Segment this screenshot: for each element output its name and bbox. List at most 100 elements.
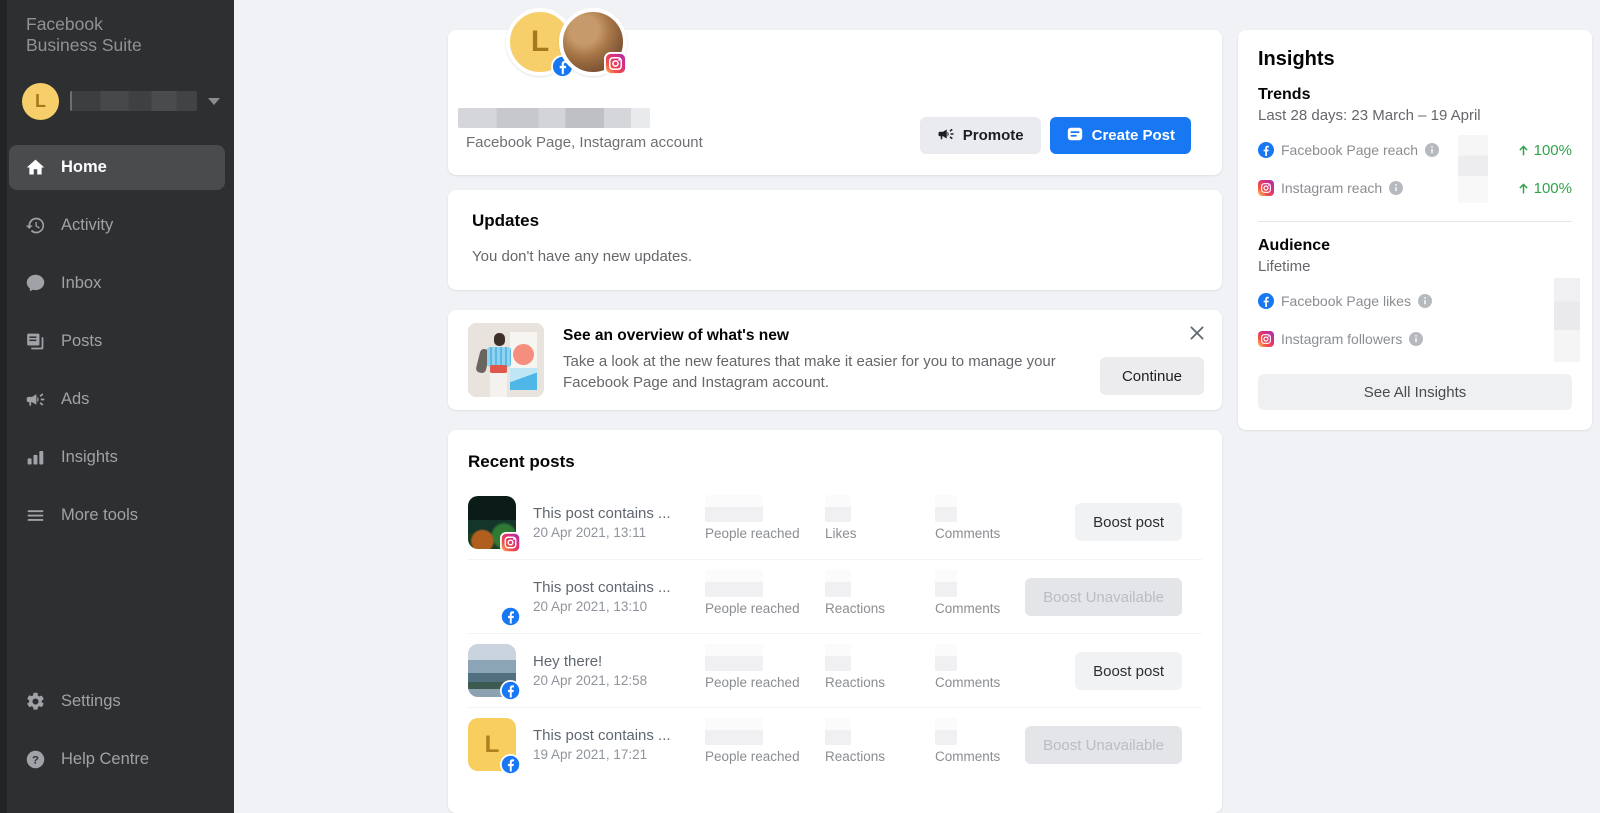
page-header-card: L Facebook Page, Instagram account bbox=[448, 30, 1222, 175]
center-column: L Facebook Page, Instagram account bbox=[448, 0, 1222, 813]
page-name-redacted bbox=[458, 108, 650, 128]
trend-change: 100% bbox=[1517, 180, 1572, 197]
svg-text:?: ? bbox=[32, 755, 39, 767]
post-row: Hey there! 20 Apr 2021, 12:58 People rea… bbox=[468, 633, 1202, 707]
post-stat: People reached bbox=[705, 495, 800, 541]
gear-icon bbox=[24, 691, 46, 713]
post-thumbnail: L bbox=[468, 718, 516, 771]
recent-posts-title: Recent posts bbox=[468, 452, 1202, 472]
main-content: L Facebook Page, Instagram account bbox=[234, 0, 1600, 813]
megaphone-icon bbox=[937, 125, 955, 147]
sidebar-item-ads[interactable]: Ads bbox=[9, 377, 225, 422]
promote-button[interactable]: Promote bbox=[920, 117, 1041, 154]
close-icon[interactable] bbox=[1188, 324, 1206, 342]
sidebar-item-label: Activity bbox=[61, 216, 113, 235]
page-avatars: L bbox=[506, 8, 627, 76]
post-stat: Comments bbox=[935, 718, 1000, 764]
post-stat: People reached bbox=[705, 644, 800, 690]
post-info: This post contains ... 20 Apr 2021, 13:1… bbox=[533, 579, 691, 614]
info-icon[interactable] bbox=[1389, 181, 1403, 195]
redacted-value bbox=[825, 495, 851, 522]
boost-post-button[interactable]: Boost post bbox=[1075, 503, 1182, 541]
post-stat: People reached bbox=[705, 718, 800, 764]
sidebar-item-label: Insights bbox=[61, 448, 118, 467]
compose-icon bbox=[1066, 125, 1084, 147]
instagram-badge-icon bbox=[604, 52, 627, 75]
sidebar-item-help-centre[interactable]: ? Help Centre bbox=[9, 737, 225, 782]
post-thumbnail bbox=[468, 644, 516, 697]
sidebar: Facebook Business Suite L Home Activity bbox=[0, 0, 234, 813]
metric-label: Instagram reach bbox=[1281, 180, 1382, 196]
redacted-value bbox=[935, 570, 957, 597]
updates-card: Updates You don't have any new updates. bbox=[448, 190, 1222, 290]
sidebar-item-inbox[interactable]: Inbox bbox=[9, 261, 225, 306]
metric-row-facebook-reach: Facebook Page reach 100% bbox=[1258, 139, 1572, 161]
boost-post-button[interactable]: Boost post bbox=[1075, 652, 1182, 690]
menu-lines-icon bbox=[24, 504, 46, 526]
metric-label: Facebook Page reach bbox=[1281, 142, 1418, 158]
see-all-insights-button[interactable]: See All Insights bbox=[1258, 374, 1572, 410]
post-row: This post contains ... 20 Apr 2021, 13:1… bbox=[468, 485, 1202, 559]
redacted-value bbox=[1554, 278, 1580, 362]
trends-rows: Facebook Page reach 100% Instagram reach… bbox=[1258, 139, 1572, 199]
sidebar-item-more-tools[interactable]: More tools bbox=[9, 493, 225, 538]
whats-new-card: See an overview of what's new Take a loo… bbox=[448, 310, 1222, 410]
sidebar-item-label: Inbox bbox=[61, 274, 101, 293]
sidebar-item-label: Help Centre bbox=[61, 750, 149, 769]
post-info: This post contains ... 19 Apr 2021, 17:2… bbox=[533, 727, 691, 762]
home-icon bbox=[24, 156, 46, 178]
create-post-button[interactable]: Create Post bbox=[1050, 117, 1191, 154]
post-row: This post contains ... 20 Apr 2021, 13:1… bbox=[468, 559, 1202, 633]
sidebar-item-insights[interactable]: Insights bbox=[9, 435, 225, 480]
header-actions: Promote Create Post bbox=[920, 117, 1191, 154]
instagram-badge-icon bbox=[1258, 180, 1274, 196]
sidebar-item-home[interactable]: Home bbox=[9, 145, 225, 190]
trends-title: Trends bbox=[1258, 86, 1572, 104]
instagram-badge-icon bbox=[1258, 331, 1274, 347]
trend-change-value: 100% bbox=[1534, 180, 1572, 197]
redacted-value bbox=[705, 644, 763, 671]
boost-unavailable-button: Boost Unavailable bbox=[1025, 578, 1182, 616]
info-icon[interactable] bbox=[1418, 294, 1432, 308]
account-switcher[interactable]: L bbox=[22, 83, 220, 120]
post-info: Hey there! 20 Apr 2021, 12:58 bbox=[533, 653, 691, 688]
post-date: 20 Apr 2021, 13:10 bbox=[533, 599, 691, 614]
trend-change-value: 100% bbox=[1534, 142, 1572, 159]
instagram-badge-icon bbox=[500, 532, 521, 553]
redacted-value bbox=[825, 570, 851, 597]
redacted-value bbox=[825, 718, 851, 745]
post-title: Hey there! bbox=[533, 653, 691, 670]
recent-posts-list: This post contains ... 20 Apr 2021, 13:1… bbox=[468, 485, 1202, 781]
info-icon[interactable] bbox=[1409, 332, 1423, 346]
continue-button[interactable]: Continue bbox=[1100, 357, 1204, 395]
inbox-icon bbox=[24, 272, 46, 294]
post-info: This post contains ... 20 Apr 2021, 13:1… bbox=[533, 505, 691, 540]
thumbnail-initial: L bbox=[485, 731, 500, 759]
post-stat: Likes bbox=[825, 495, 857, 541]
promote-label: Promote bbox=[963, 127, 1024, 144]
megaphone-icon bbox=[24, 388, 46, 410]
post-stat: Comments bbox=[935, 570, 1000, 616]
post-thumbnail bbox=[468, 570, 516, 623]
boost-unavailable-button: Boost Unavailable bbox=[1025, 726, 1182, 764]
sidebar-item-activity[interactable]: Activity bbox=[9, 203, 225, 248]
insights-panel: Insights Trends Last 28 days: 23 March –… bbox=[1238, 30, 1592, 430]
sidebar-item-settings[interactable]: Settings bbox=[9, 679, 225, 724]
post-stat: Reactions bbox=[825, 570, 885, 616]
redacted-value bbox=[935, 644, 957, 671]
bar-chart-icon bbox=[24, 446, 46, 468]
sidebar-item-posts[interactable]: Posts bbox=[9, 319, 225, 364]
info-icon[interactable] bbox=[1425, 143, 1439, 157]
instagram-account-avatar bbox=[559, 8, 627, 76]
trend-change: 100% bbox=[1517, 142, 1572, 159]
facebook-badge-icon bbox=[500, 754, 521, 775]
metric-label: Facebook Page likes bbox=[1281, 293, 1411, 309]
posts-icon bbox=[24, 330, 46, 352]
redacted-value bbox=[825, 644, 851, 671]
redacted-value bbox=[705, 718, 763, 745]
audience-range: Lifetime bbox=[1258, 258, 1572, 275]
post-stat: Reactions bbox=[825, 718, 885, 764]
metric-label: Instagram followers bbox=[1281, 331, 1402, 347]
help-icon: ? bbox=[24, 749, 46, 771]
redacted-value bbox=[935, 718, 957, 745]
